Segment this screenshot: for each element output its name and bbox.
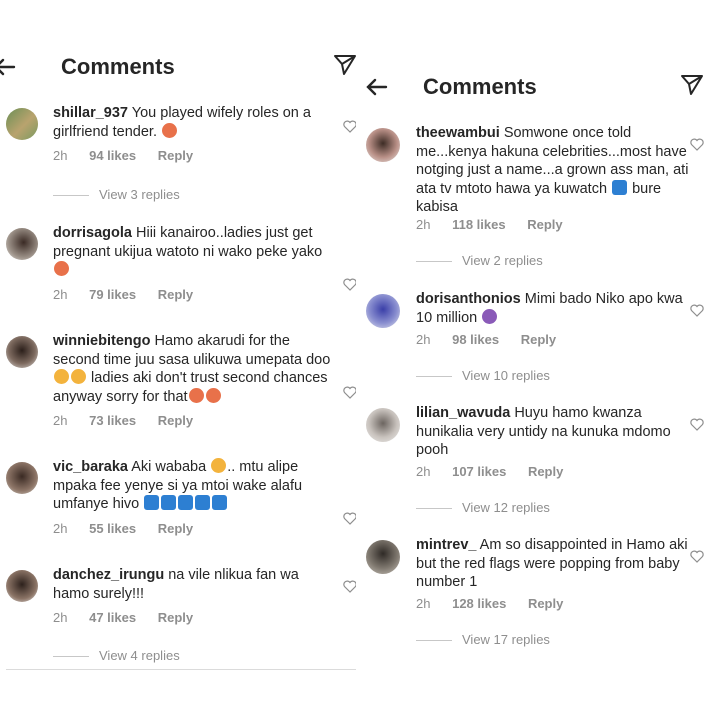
heart-icon[interactable]	[343, 120, 356, 133]
comment-time: 2h	[416, 464, 431, 479]
replies-line	[416, 508, 452, 510]
heart-icon[interactable]	[690, 418, 704, 431]
likes-count[interactable]: 79 likes	[89, 287, 136, 302]
pouting-face-emoji-icon	[162, 122, 178, 138]
heart-icon[interactable]	[343, 580, 356, 593]
likes-count[interactable]: 55 likes	[89, 521, 136, 536]
pouting-face-emoji-icon	[188, 387, 204, 403]
pouting-face-emoji-icon	[54, 261, 69, 276]
reply-button[interactable]: Reply	[528, 596, 563, 611]
comment-username[interactable]: winniebitengo	[53, 333, 150, 349]
comment-username[interactable]: dorisanthonios	[416, 291, 521, 307]
toilet-sign-emoji-icon	[212, 495, 228, 510]
avatar[interactable]	[366, 128, 400, 162]
likes-count[interactable]: 73 likes	[89, 413, 136, 428]
heart-icon[interactable]	[690, 304, 704, 317]
comment-time: 2h	[53, 521, 68, 536]
heart-icon[interactable]	[690, 138, 704, 151]
smirking-face-emoji-icon	[211, 458, 227, 473]
share-icon[interactable]	[332, 52, 356, 78]
comment-time: 2h	[53, 287, 68, 302]
left-comments-screen: Comments shillar_937 You played wifely r…	[0, 40, 356, 680]
page-title: Comments	[423, 74, 537, 99]
view-replies-button[interactable]: View 2 replies	[416, 253, 543, 268]
comment-time: 2h	[53, 610, 68, 625]
right-comments-screen: Comments theewambui Somwone once told me…	[356, 60, 720, 660]
toilet-sign-emoji-icon	[178, 495, 194, 510]
reply-button[interactable]: Reply	[158, 413, 193, 428]
comment-username[interactable]: dorrisagola	[53, 225, 132, 241]
woman-facepalming-emoji-icon	[482, 308, 498, 324]
astonished-face-emoji-icon	[54, 369, 69, 384]
comment-username[interactable]: shillar_937	[53, 105, 128, 121]
replies-line	[53, 195, 89, 197]
heart-icon[interactable]	[690, 550, 704, 563]
view-replies-button[interactable]: View 12 replies	[416, 500, 550, 515]
replies-line	[416, 640, 452, 642]
toilet-sign-emoji-icon	[161, 495, 177, 510]
comment-username[interactable]: danchez_irungu	[53, 567, 164, 583]
comment-time: 2h	[416, 332, 431, 347]
pouting-face-emoji-icon	[205, 387, 221, 403]
view-replies-button[interactable]: View 3 replies	[53, 187, 180, 202]
bottom-divider	[6, 669, 356, 670]
heart-icon[interactable]	[343, 386, 356, 399]
comment-username[interactable]: theewambui	[416, 125, 500, 141]
avatar[interactable]	[366, 408, 400, 442]
comment-username[interactable]: mintrev_	[416, 537, 476, 553]
reply-button[interactable]: Reply	[158, 287, 193, 302]
comments-header: Comments	[0, 40, 356, 96]
avatar[interactable]	[366, 294, 400, 328]
reply-button[interactable]: Reply	[158, 610, 193, 625]
astonished-face-emoji-icon	[71, 369, 86, 384]
toilet-sign-emoji-icon	[195, 495, 211, 510]
avatar[interactable]	[6, 228, 38, 260]
comment-time: 2h	[53, 413, 68, 428]
comment-username[interactable]: lilian_wavuda	[416, 405, 510, 421]
comments-header: Comments	[356, 60, 720, 116]
likes-count[interactable]: 118 likes	[452, 217, 506, 232]
comment-time: 2h	[53, 148, 68, 163]
reply-button[interactable]: Reply	[527, 217, 562, 232]
avatar[interactable]	[6, 336, 38, 368]
comment-time: 2h	[416, 217, 431, 232]
view-replies-button[interactable]: View 10 replies	[416, 368, 550, 383]
back-arrow-icon[interactable]	[0, 54, 18, 80]
avatar[interactable]	[6, 108, 38, 140]
view-replies-button[interactable]: View 17 replies	[416, 632, 550, 647]
comment-username[interactable]: vic_baraka	[53, 459, 128, 475]
avatar[interactable]	[366, 540, 400, 574]
heart-icon[interactable]	[343, 512, 356, 525]
toilet-sign-emoji-icon	[144, 495, 160, 510]
replies-line	[53, 656, 89, 658]
avatar[interactable]	[6, 462, 38, 494]
replies-line	[416, 261, 452, 263]
avatar[interactable]	[6, 570, 38, 602]
heart-icon[interactable]	[343, 278, 356, 291]
likes-count[interactable]: 94 likes	[89, 148, 136, 163]
likes-count[interactable]: 107 likes	[452, 464, 506, 479]
reply-button[interactable]: Reply	[158, 521, 193, 536]
reply-button[interactable]: Reply	[528, 464, 563, 479]
share-icon[interactable]	[679, 72, 705, 98]
likes-count[interactable]: 128 likes	[452, 596, 506, 611]
back-arrow-icon[interactable]	[364, 74, 390, 100]
reply-button[interactable]: Reply	[521, 332, 556, 347]
likes-count[interactable]: 47 likes	[89, 610, 136, 625]
replies-line	[416, 376, 452, 378]
comment-time: 2h	[416, 596, 431, 611]
view-replies-button[interactable]: View 4 replies	[53, 648, 180, 663]
comment-text: Aki wababa	[127, 459, 211, 475]
page-title: Comments	[61, 54, 175, 79]
toilet-sign-emoji-icon	[612, 179, 628, 195]
reply-button[interactable]: Reply	[158, 148, 193, 163]
likes-count[interactable]: 98 likes	[452, 332, 499, 347]
